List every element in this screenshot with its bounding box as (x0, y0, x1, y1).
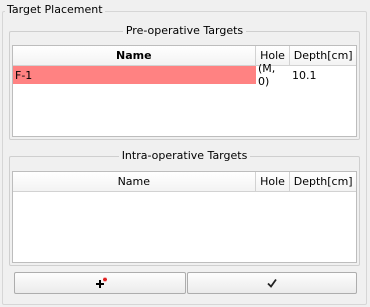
pre-operative-group: Pre-operative Targets Name Hole Depth[cm… (9, 24, 360, 140)
intra-operative-title: Intra-operative Targets (10, 149, 359, 163)
intra-operative-group: Intra-operative Targets Name Hole Depth[… (9, 149, 360, 266)
table-header: Name Hole Depth[cm] (13, 172, 356, 192)
cell-name[interactable]: F-1 (13, 66, 256, 84)
pre-operative-table[interactable]: Name Hole Depth[cm] F-1 (M, 0) 10.1 (12, 45, 357, 137)
cell-depth[interactable]: 10.1 (290, 66, 356, 84)
table-header: Name Hole Depth[cm] (13, 46, 356, 66)
target-placement-group: Pre-operative Targets Name Hole Depth[cm… (2, 11, 367, 305)
confirm-button[interactable] (187, 272, 357, 294)
intra-operative-table[interactable]: Name Hole Depth[cm] (12, 171, 357, 263)
column-header-name[interactable]: Name (13, 46, 256, 65)
table-row[interactable]: F-1 (M, 0) 10.1 (13, 62, 356, 88)
cell-hole[interactable]: (M, 0) (256, 62, 290, 88)
add-target-icon (94, 277, 107, 289)
column-header-name[interactable]: Name (13, 172, 256, 191)
column-header-hole[interactable]: Hole (256, 172, 291, 191)
add-target-button[interactable] (14, 272, 186, 294)
pre-operative-title: Pre-operative Targets (10, 24, 359, 38)
checkmark-icon (266, 277, 278, 289)
column-header-depth[interactable]: Depth[cm] (290, 46, 356, 65)
target-placement-title: Target Placement (5, 3, 105, 16)
column-header-depth[interactable]: Depth[cm] (290, 172, 356, 191)
